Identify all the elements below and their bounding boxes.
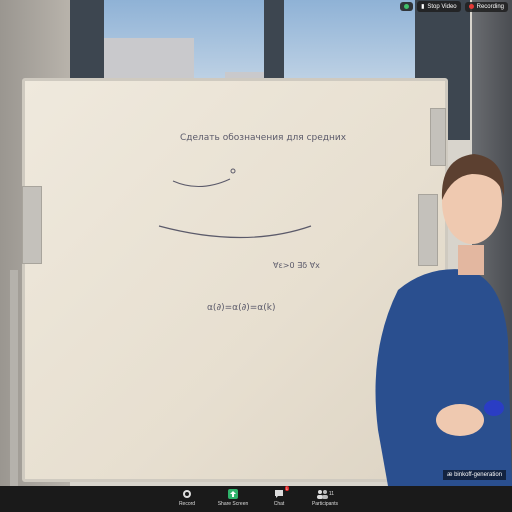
speaker-nametag: æ binkoff-generation xyxy=(443,470,506,480)
meeting-topbar: ▮ Stop Video Recording xyxy=(400,1,508,12)
speaker-name: æ binkoff-generation xyxy=(447,472,502,478)
stop-video-icon: ▮ xyxy=(421,4,425,10)
participants-icon: 11 xyxy=(314,489,336,499)
participants-label: Participants xyxy=(311,501,339,507)
record-label: Record xyxy=(178,501,196,507)
whiteboard-text-line3: α(∂)=α(∂)=α(k) xyxy=(207,303,276,313)
recording-indicator[interactable]: Recording xyxy=(464,1,508,12)
record-button[interactable]: Record xyxy=(169,486,205,507)
record-dot-icon xyxy=(468,4,474,9)
chat-icon: 1 xyxy=(274,486,289,499)
chat-badge: 1 xyxy=(284,486,289,491)
participants-count: 11 xyxy=(328,491,335,497)
share-screen-label: Share Screen xyxy=(217,501,249,507)
chat-button[interactable]: 1 Chat xyxy=(261,486,297,507)
recording-label: Recording xyxy=(476,3,504,10)
board-stand xyxy=(10,270,18,486)
board-clamp-left xyxy=(22,186,42,264)
share-screen-icon xyxy=(228,489,238,499)
video-feed: Сделать обозначения для средних ∀ε>0 ∃δ … xyxy=(0,0,512,486)
record-icon xyxy=(182,489,192,499)
shield-icon xyxy=(404,4,410,9)
stop-video-indicator[interactable]: ▮ Stop Video xyxy=(417,1,461,12)
participants-button[interactable]: 11 Participants xyxy=(307,486,343,507)
meeting-toolbar: Record Share Screen 1 Chat 11 Participan… xyxy=(0,486,512,512)
view-toggle-button[interactable] xyxy=(400,2,414,11)
stop-video-label: Stop Video xyxy=(427,3,457,10)
presenter xyxy=(375,154,512,486)
building xyxy=(104,38,194,83)
whiteboard-text-line2: ∀ε>0 ∃δ ∀x xyxy=(273,261,320,270)
share-screen-button[interactable]: Share Screen xyxy=(215,486,251,507)
chat-label: Chat xyxy=(273,501,285,507)
